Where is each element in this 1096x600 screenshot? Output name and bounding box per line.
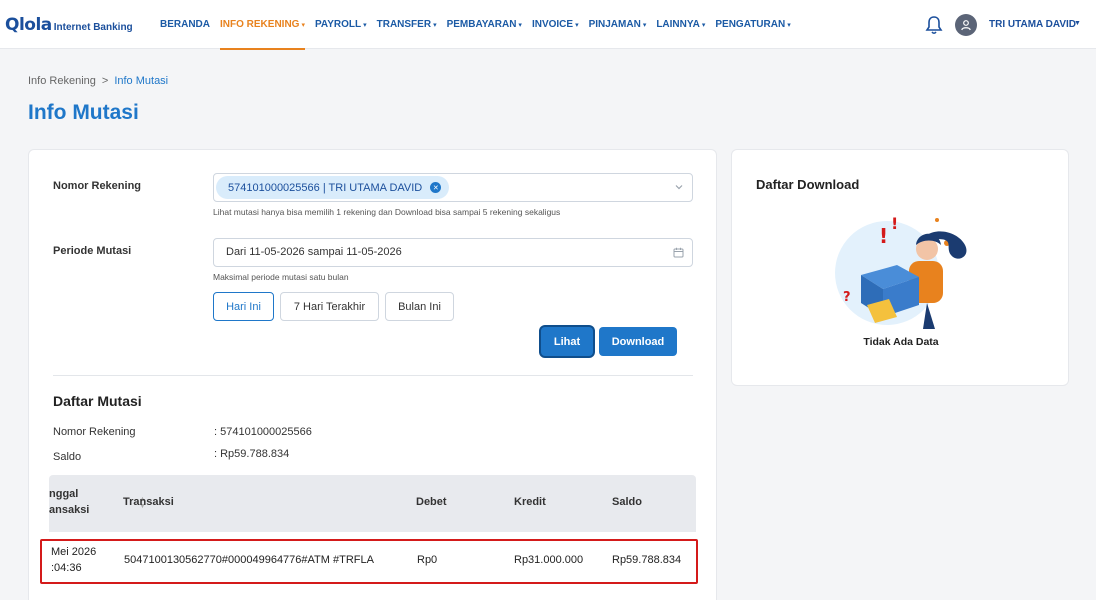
breadcrumb-current: Info Mutasi — [114, 75, 169, 87]
section-divider — [53, 375, 693, 376]
user-name[interactable]: TRI UTAMA DAVID — [989, 19, 1076, 30]
row-transaction: 5047100130562770#000049964776#ATM #TRFLA — [124, 554, 374, 566]
column-debit: Debet — [416, 496, 447, 508]
account-select[interactable]: 574101000025566 | TRI UTAMA DAVID ✕ — [213, 173, 693, 202]
download-list-card: Daftar Download ! ! ? Tidak Ada Data — [731, 149, 1069, 386]
nav-item-beranda[interactable]: BERANDA — [160, 0, 210, 49]
nav-item-pinjaman[interactable]: PINJAMAN ▾ — [589, 0, 647, 49]
qlola-logo[interactable]: Qlola Internet Banking — [5, 14, 133, 36]
mutasi-balance-value: : Rp59.788.834 — [214, 448, 290, 460]
mutasi-account-label: Nomor Rekening — [53, 426, 136, 438]
nav-item-pembayaran[interactable]: PEMBAYARAN ▾ — [447, 0, 522, 49]
chevron-down-icon: ▾ — [701, 21, 706, 29]
nav-item-pengaturan[interactable]: PENGATURAN ▾ — [715, 0, 790, 49]
quick-filter-month-button[interactable]: Bulan Ini — [385, 292, 454, 321]
nav-item-payroll[interactable]: PAYROLL ▾ — [315, 0, 367, 49]
svg-text:!: ! — [879, 224, 888, 248]
user-avatar[interactable] — [955, 14, 977, 36]
breadcrumb-separator: > — [101, 75, 109, 87]
user-menu-caret-icon[interactable]: ▼ — [1074, 20, 1081, 27]
breadcrumb: Info Rekening > Info Mutasi — [28, 75, 168, 87]
period-hint: Maksimal periode mutasi satu bulan — [213, 272, 349, 282]
logo-subtitle: Internet Banking — [53, 22, 133, 33]
period-label: Periode Mutasi — [53, 245, 132, 257]
download-button[interactable]: Download — [599, 327, 677, 356]
remove-chip-icon[interactable]: ✕ — [430, 182, 442, 193]
page-title: Info Mutasi — [28, 101, 139, 124]
logo-mark: Qlola — [5, 15, 52, 35]
nav-item-info-rekening[interactable]: INFO REKENING ▾ — [220, 0, 305, 50]
account-number-label: Nomor Rekening — [53, 180, 142, 192]
nav-item-transfer[interactable]: TRANSFER ▾ — [377, 0, 437, 49]
svg-text:?: ? — [843, 290, 851, 305]
user-icon — [961, 20, 971, 31]
chevron-down-icon: ▾ — [787, 21, 791, 29]
column-date-line2[interactable]: ansaksi — [49, 504, 89, 516]
nav-item-label: LAINNYA — [656, 19, 700, 30]
nav-item-label: INFO REKENING — [220, 19, 300, 30]
mutasi-account-value: : 574101000025566 — [214, 426, 312, 438]
nav-item-label: INVOICE — [531, 19, 574, 30]
chevron-down-icon[interactable] — [674, 182, 684, 192]
account-chip-label: 574101000025566 | TRI UTAMA DAVID — [228, 181, 423, 194]
empty-state-illustration: ! ! ? — [835, 214, 967, 329]
chevron-down-icon: ▾ — [642, 21, 647, 29]
nav-item-label: PINJAMAN — [588, 19, 641, 30]
nav-item-lainnya[interactable]: LAINNYA ▾ — [656, 0, 705, 49]
account-chip: 574101000025566 | TRI UTAMA DAVID ✕ — [216, 176, 450, 199]
nav-item-label: PENGATURAN — [715, 19, 786, 30]
chevron-down-icon: ▾ — [363, 21, 367, 29]
row-date-line1: Mei 2026 — [51, 546, 97, 558]
period-date-value: Dari 11-05-2026 sampai 11-05-2026 — [226, 246, 402, 258]
quick-filter-today-button[interactable]: Hari Ini — [213, 292, 274, 321]
download-list-title: Daftar Download — [756, 177, 860, 192]
chevron-down-icon: ▾ — [433, 21, 437, 29]
row-debit: Rp0 — [417, 554, 438, 566]
nav-item-label: PEMBAYARAN — [446, 19, 517, 30]
notification-bell-icon[interactable] — [925, 15, 943, 35]
nav-item-label: BERANDA — [160, 19, 210, 30]
column-transaction: Transaksi — [123, 496, 174, 508]
view-button[interactable]: Lihat — [541, 327, 593, 356]
nav-item-label: TRANSFER — [376, 19, 432, 30]
chevron-down-icon: ▾ — [518, 21, 522, 29]
chevron-down-icon: ▾ — [301, 21, 305, 29]
svg-text:!: ! — [891, 214, 898, 233]
column-balance: Saldo — [612, 496, 642, 508]
mutasi-list-title: Daftar Mutasi — [53, 393, 142, 409]
top-navbar: Qlola Internet Banking BERANDA INFO REKEN… — [0, 0, 1096, 50]
column-credit: Kredit — [514, 496, 546, 508]
nav-item-invoice[interactable]: INVOICE ▾ — [532, 0, 579, 49]
breadcrumb-parent[interactable]: Info Rekening — [28, 75, 96, 87]
row-credit: Rp31.000.000 — [514, 554, 584, 566]
column-date-line1[interactable]: nggal — [49, 488, 78, 500]
account-hint: Lihat mutasi hanya bisa memilih 1 rekeni… — [213, 207, 561, 217]
mutasi-balance-label: Saldo — [53, 451, 82, 463]
period-date-input[interactable]: Dari 11-05-2026 sampai 11-05-2026 — [213, 238, 693, 267]
empty-state-text: Tidak Ada Data — [863, 336, 939, 348]
mutasi-table-header: nggal ansaksi ▲ ▼ Transaksi Debet Kredit … — [49, 475, 696, 532]
row-date-line2: :04:36 — [51, 562, 82, 574]
main-nav-menu: BERANDA INFO REKENING ▾ PAYROLL ▾ TRANSFER ▾ PE… — [160, 0, 801, 50]
chevron-down-icon: ▾ — [575, 21, 579, 29]
nav-item-label: PAYROLL — [314, 19, 362, 30]
table-row[interactable]: Mei 2026 :04:36 5047100130562770#0000499… — [40, 539, 698, 584]
quick-filter-7-days-button[interactable]: 7 Hari Terakhir — [280, 292, 379, 321]
calendar-icon[interactable] — [673, 247, 684, 258]
row-balance: Rp59.788.834 — [612, 554, 682, 566]
